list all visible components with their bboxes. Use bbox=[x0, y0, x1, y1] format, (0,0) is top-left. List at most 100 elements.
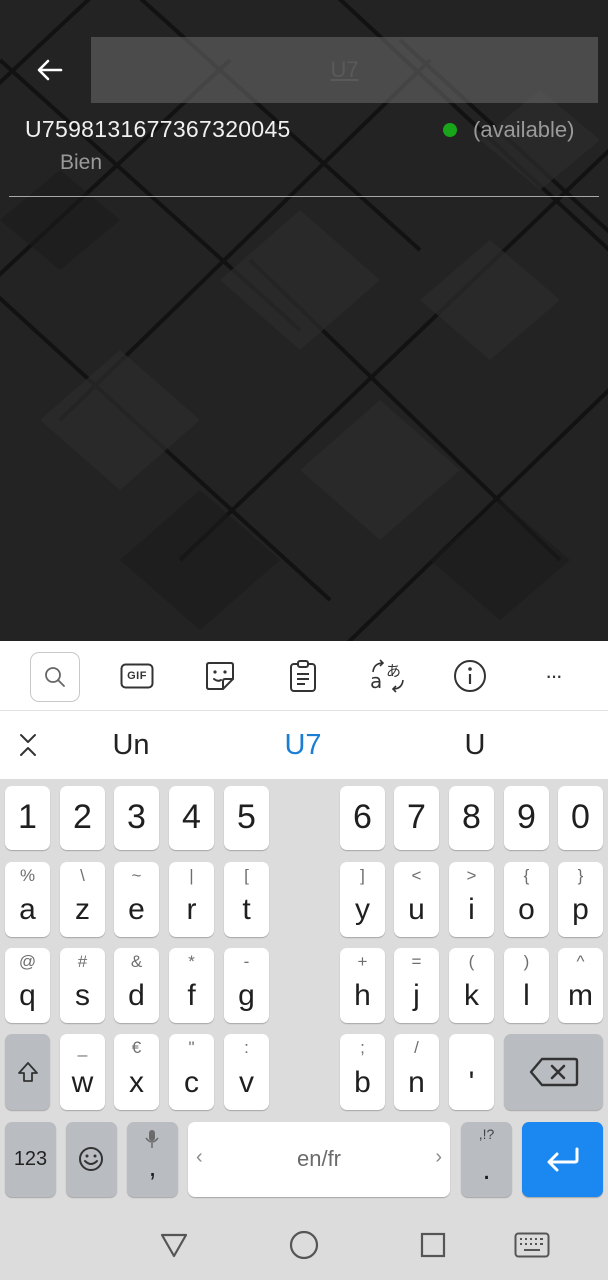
sticker-button[interactable] bbox=[195, 651, 245, 701]
suggestion-item-highlighted[interactable]: U7 bbox=[230, 711, 376, 779]
key-label: g bbox=[238, 979, 255, 1012]
emoji-key[interactable] bbox=[66, 1122, 117, 1197]
clipboard-icon bbox=[290, 660, 316, 692]
result-user-id[interactable]: U7598131677367320045 bbox=[25, 116, 291, 143]
more-icon: ··· bbox=[545, 663, 563, 688]
key-o[interactable]: {o bbox=[504, 862, 549, 937]
enter-icon bbox=[547, 1147, 579, 1172]
divider bbox=[9, 196, 599, 197]
clipboard-button[interactable] bbox=[278, 651, 328, 701]
key-secondary: & bbox=[130, 952, 143, 971]
nav-keyboard-button[interactable] bbox=[511, 1225, 553, 1265]
search-input[interactable] bbox=[91, 37, 598, 103]
key-label: e bbox=[128, 893, 145, 926]
key-s[interactable]: # s bbox=[60, 948, 105, 1023]
key-label: . bbox=[482, 1153, 491, 1186]
svg-text:a: a bbox=[370, 669, 382, 693]
nav-back-button[interactable] bbox=[154, 1225, 194, 1265]
key-y[interactable]: ] y bbox=[340, 862, 385, 937]
key-apostrophe[interactable]: ' bbox=[449, 1034, 494, 1110]
key-8[interactable]: 8 bbox=[449, 786, 494, 850]
suggestion-bar: Un U7 U bbox=[0, 711, 608, 779]
period-key[interactable]: ,!? . bbox=[461, 1122, 512, 1197]
gif-label: GIF bbox=[127, 670, 147, 682]
key-l[interactable]: ) l bbox=[504, 948, 549, 1023]
key-u[interactable]: < u bbox=[394, 862, 439, 937]
key-7[interactable]: 7 bbox=[394, 786, 439, 850]
key-label: x bbox=[129, 1066, 144, 1099]
back-button[interactable] bbox=[30, 52, 70, 88]
key-d[interactable]: & d bbox=[114, 948, 159, 1023]
number-toggle-key[interactable]: 123 bbox=[5, 1122, 56, 1197]
key-secondary: | bbox=[189, 866, 194, 885]
key-c[interactable]: " c bbox=[169, 1034, 214, 1110]
key-4[interactable]: 4 bbox=[169, 786, 214, 850]
svg-text:あ: あ bbox=[386, 662, 401, 680]
key-x[interactable]: € x bbox=[114, 1034, 159, 1110]
key-label: q bbox=[19, 979, 36, 1012]
key-label: w bbox=[71, 1066, 94, 1099]
key-r[interactable]: | r bbox=[169, 862, 214, 937]
keyboard-toolbar: GIF a あ ··· bbox=[0, 641, 608, 711]
result-subtitle: Bien bbox=[60, 151, 103, 174]
translate-button[interactable]: a あ bbox=[362, 651, 412, 701]
key-p[interactable]: } p bbox=[558, 862, 603, 937]
nav-back-triangle-icon bbox=[160, 1233, 188, 1258]
collapse-keyboard-button[interactable] bbox=[5, 711, 51, 779]
key-w[interactable]: _ w bbox=[60, 1034, 105, 1110]
enter-key[interactable] bbox=[522, 1122, 603, 1197]
suggestion-item[interactable]: Un bbox=[58, 711, 204, 779]
key-z[interactable]: \ z bbox=[60, 862, 105, 937]
suggestion-item[interactable]: U bbox=[402, 711, 548, 779]
backspace-key[interactable] bbox=[504, 1034, 603, 1110]
key-label: h bbox=[354, 979, 371, 1012]
gif-button[interactable]: GIF bbox=[112, 651, 162, 701]
key-2[interactable]: 2 bbox=[60, 786, 105, 850]
key-n[interactable]: / n bbox=[394, 1034, 439, 1110]
key-secondary: \ bbox=[80, 866, 85, 885]
key-f[interactable]: * f bbox=[169, 948, 214, 1023]
key-5[interactable]: 5 bbox=[224, 786, 269, 850]
shift-key[interactable] bbox=[5, 1034, 50, 1110]
collapse-icon bbox=[20, 734, 36, 756]
backspace-icon bbox=[529, 1057, 579, 1087]
key-1[interactable]: 1 bbox=[5, 786, 50, 850]
key-6[interactable]: 6 bbox=[340, 786, 385, 850]
key-b[interactable]: ; b bbox=[340, 1034, 385, 1110]
key-0[interactable]: 0 bbox=[558, 786, 603, 850]
space-key[interactable]: ‹ en/fr › bbox=[188, 1122, 450, 1197]
chevron-right-icon: › bbox=[435, 1146, 442, 1168]
key-secondary: * bbox=[188, 952, 195, 971]
key-label: c bbox=[184, 1066, 199, 1099]
key-i[interactable]: > i bbox=[449, 862, 494, 937]
key-label: 4 bbox=[182, 798, 201, 836]
comma-key[interactable]: , bbox=[127, 1122, 178, 1197]
key-label: 123 bbox=[13, 1148, 48, 1170]
key-label: 8 bbox=[462, 798, 481, 836]
sticker-icon bbox=[206, 662, 234, 690]
key-j[interactable]: = j bbox=[394, 948, 439, 1023]
search-field[interactable] bbox=[91, 37, 598, 103]
key-g[interactable]: -g bbox=[224, 948, 269, 1023]
key-9[interactable]: 9 bbox=[504, 786, 549, 850]
key-h[interactable]: + h bbox=[340, 948, 385, 1023]
shift-icon bbox=[18, 1062, 38, 1082]
key-q[interactable]: @ q bbox=[5, 948, 50, 1023]
key-label: 0 bbox=[571, 798, 590, 836]
key-t[interactable]: [t bbox=[224, 862, 269, 937]
key-e[interactable]: ~ e bbox=[114, 862, 159, 937]
keyboard-search-button[interactable] bbox=[30, 652, 80, 702]
key-v[interactable]: :v bbox=[224, 1034, 269, 1110]
key-3[interactable]: 3 bbox=[114, 786, 159, 850]
key-m[interactable]: ^ m bbox=[558, 948, 603, 1023]
more-options-button[interactable]: ··· bbox=[528, 651, 578, 701]
key-secondary: ) bbox=[523, 952, 530, 971]
key-label: m bbox=[568, 979, 593, 1012]
info-button[interactable] bbox=[445, 651, 495, 701]
nav-recents-button[interactable] bbox=[413, 1225, 453, 1265]
key-secondary: " bbox=[188, 1038, 195, 1057]
key-a[interactable]: % a bbox=[5, 862, 50, 937]
key-k[interactable]: (k bbox=[449, 948, 494, 1023]
nav-home-button[interactable] bbox=[284, 1225, 324, 1265]
key-label: p bbox=[572, 893, 589, 926]
